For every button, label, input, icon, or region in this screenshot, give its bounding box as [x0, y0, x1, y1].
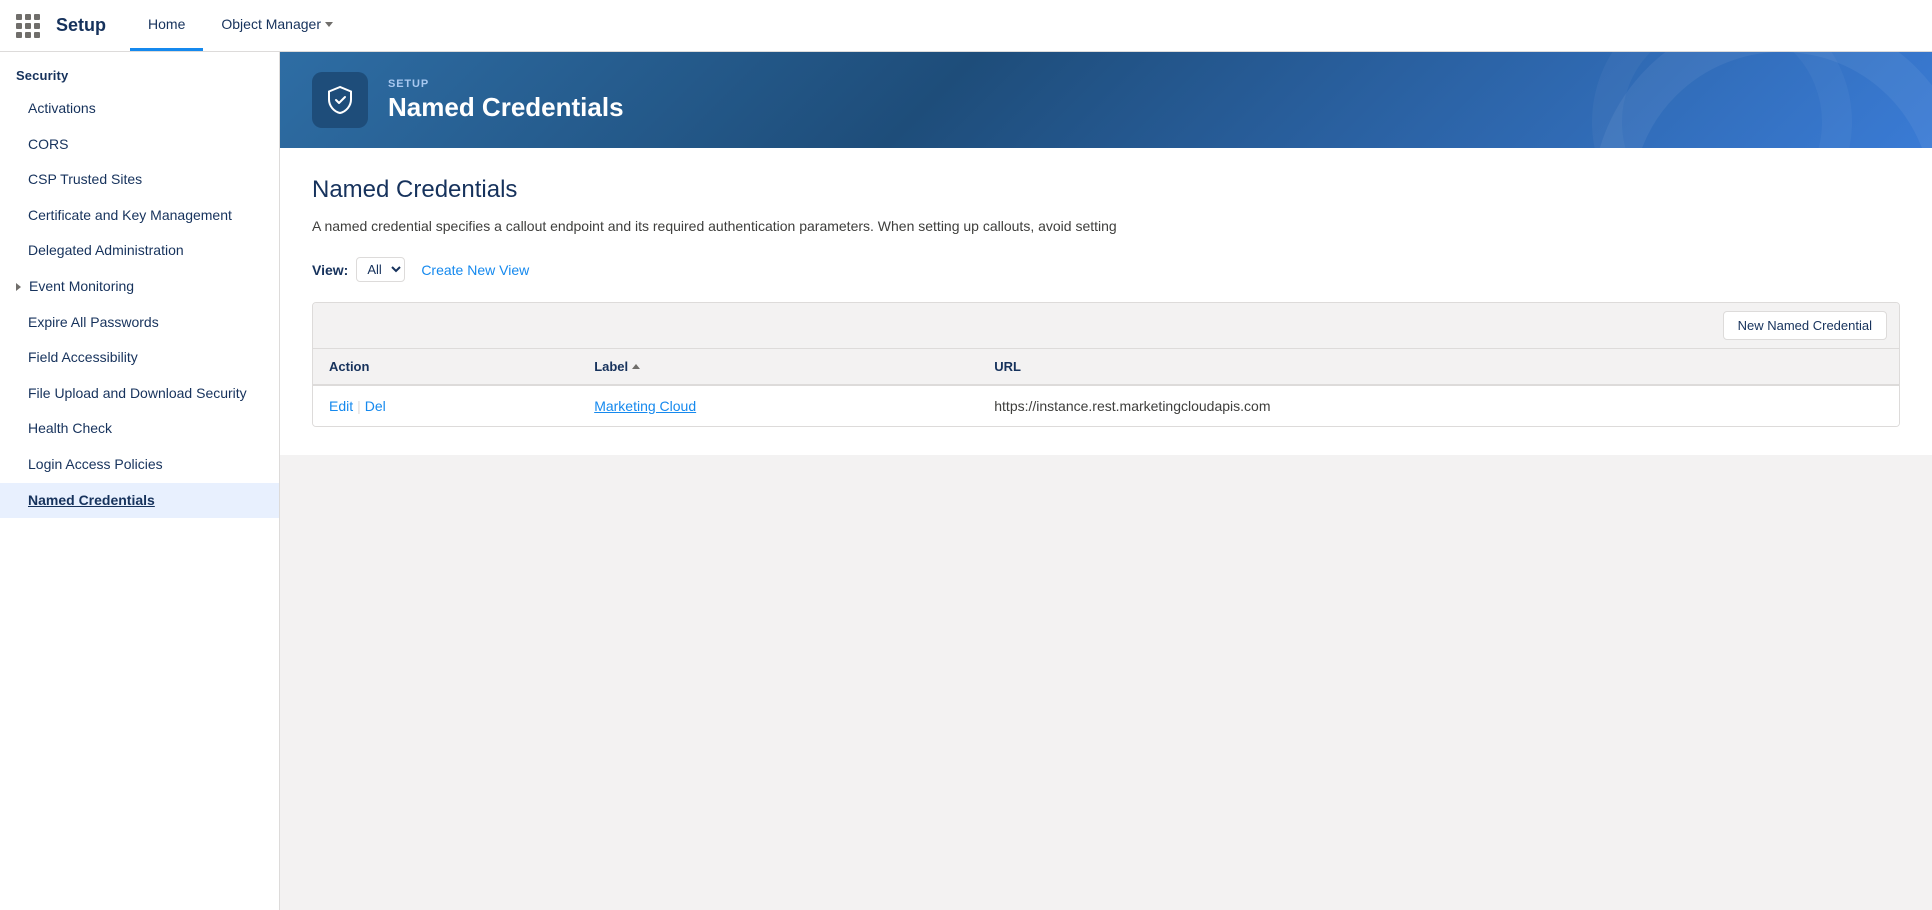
app-title: Setup [56, 15, 106, 36]
table-header-row: Action Label [313, 349, 1899, 385]
view-select[interactable]: All [356, 257, 405, 282]
table-row: Edit | Del Marketing Cloud https://insta… [313, 385, 1899, 426]
header-text-group: SETUP Named Credentials [388, 78, 624, 123]
shield-icon [324, 84, 356, 116]
named-credentials-table: Action Label [313, 349, 1899, 426]
sidebar: Security Activations CORS CSP Trusted Si… [0, 52, 280, 910]
del-link[interactable]: Del [365, 398, 386, 414]
col-header-action: Action [313, 349, 578, 385]
create-new-view-link[interactable]: Create New View [421, 262, 529, 278]
sidebar-section-header: Security [0, 52, 279, 91]
sidebar-item-expire-all-passwords[interactable]: Expire All Passwords [0, 305, 279, 341]
chevron-down-icon [325, 22, 333, 27]
header-icon-box [312, 72, 368, 128]
header-page-title: Named Credentials [388, 92, 624, 123]
sidebar-item-field-accessibility[interactable]: Field Accessibility [0, 340, 279, 376]
sidebar-item-login-access-policies[interactable]: Login Access Policies [0, 447, 279, 483]
edit-link[interactable]: Edit [329, 398, 353, 414]
tab-object-manager[interactable]: Object Manager [203, 0, 351, 51]
view-label: View: [312, 262, 348, 278]
header-setup-label: SETUP [388, 78, 624, 90]
sort-ascending-icon [632, 364, 640, 369]
sidebar-item-certificate-key-management[interactable]: Certificate and Key Management [0, 198, 279, 234]
view-bar: View: All Create New View [312, 257, 1900, 282]
nav-tabs: Home Object Manager [130, 0, 351, 51]
sidebar-item-event-monitoring[interactable]: Event Monitoring [0, 269, 279, 305]
top-navigation: Setup Home Object Manager [0, 0, 1932, 52]
action-separator: | [357, 398, 361, 414]
table-section: New Named Credential Action Label [312, 302, 1900, 427]
chevron-right-icon [16, 283, 21, 291]
sidebar-item-activations[interactable]: Activations [0, 91, 279, 127]
page-content: Named Credentials A named credential spe… [280, 148, 1932, 455]
sidebar-item-named-credentials[interactable]: Named Credentials [0, 483, 279, 519]
main-layout: Security Activations CORS CSP Trusted Si… [0, 52, 1932, 910]
new-named-credential-button[interactable]: New Named Credential [1723, 311, 1887, 340]
sort-icon [632, 364, 640, 369]
sidebar-item-file-upload-download-security[interactable]: File Upload and Download Security [0, 376, 279, 412]
tab-home[interactable]: Home [130, 0, 203, 51]
sidebar-item-csp-trusted-sites[interactable]: CSP Trusted Sites [0, 162, 279, 198]
action-cell: Edit | Del [313, 385, 578, 426]
col-header-url: URL [978, 349, 1899, 385]
content-description: A named credential specifies a callout e… [312, 216, 1900, 237]
content-title: Named Credentials [312, 176, 1900, 204]
page-header-banner: SETUP Named Credentials [280, 52, 1932, 148]
sidebar-item-delegated-administration[interactable]: Delegated Administration [0, 233, 279, 269]
app-launcher-icon[interactable] [16, 14, 40, 38]
sidebar-item-health-check[interactable]: Health Check [0, 411, 279, 447]
credential-label-link[interactable]: Marketing Cloud [594, 398, 696, 414]
credential-url: https://instance.rest.marketingcloudapis… [994, 398, 1270, 414]
label-cell: Marketing Cloud [578, 385, 978, 426]
main-content-area: SETUP Named Credentials Named Credential… [280, 52, 1932, 910]
sidebar-item-cors[interactable]: CORS [0, 127, 279, 163]
url-cell: https://instance.rest.marketingcloudapis… [978, 385, 1899, 426]
table-toolbar: New Named Credential [313, 303, 1899, 349]
col-header-label[interactable]: Label [578, 349, 978, 385]
